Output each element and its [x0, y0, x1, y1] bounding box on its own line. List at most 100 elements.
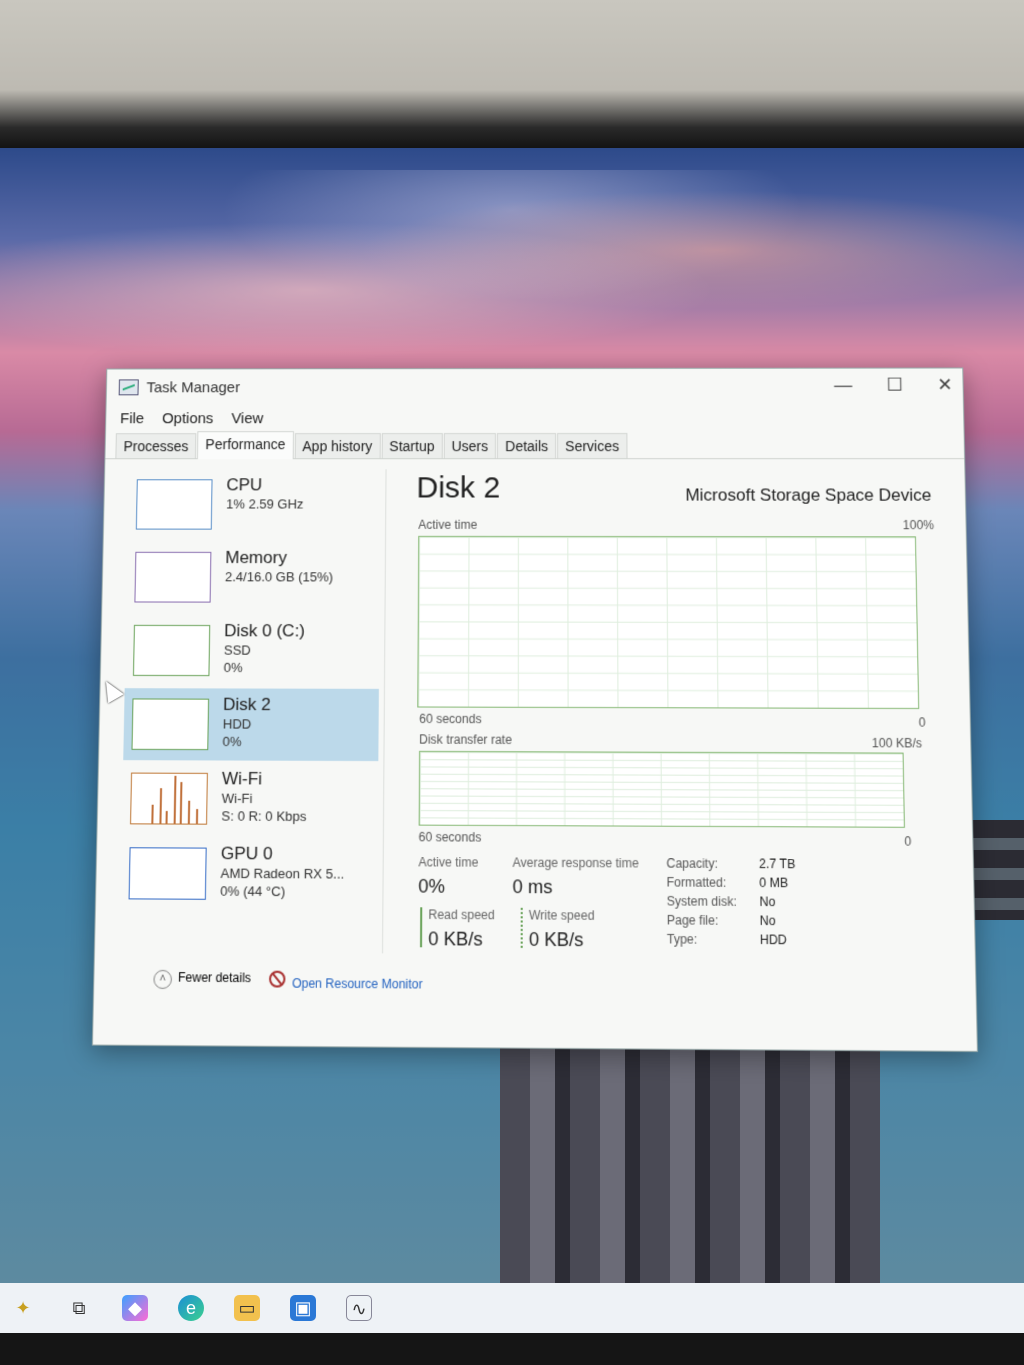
capacity-label: Capacity: — [666, 856, 718, 872]
tab-details[interactable]: Details — [497, 433, 557, 459]
sidebar-item-adapter: Wi-Fi — [221, 790, 253, 807]
store-icon[interactable]: ▣ — [290, 1295, 316, 1321]
write-speed-label: Write speed — [528, 907, 595, 923]
tab-users[interactable]: Users — [443, 433, 497, 459]
system-disk-label: System disk: — [666, 893, 737, 910]
type-value: HDD — [759, 932, 787, 948]
active-time-graph-min: 0 — [918, 715, 926, 730]
transfer-rate-graph — [418, 750, 905, 828]
tab-services[interactable]: Services — [557, 433, 628, 459]
window-controls: — ☐ ✕ — [834, 375, 953, 396]
transfer-rate-graph-min: 0 — [904, 834, 912, 849]
cpu-thumbnail-graph — [135, 479, 213, 530]
active-time-graph-duration: 60 seconds — [419, 711, 482, 727]
sidebar-item-usage: 0% — [223, 659, 243, 676]
performance-panel: CPU 1% 2.59 GHz Memory 2.4/16.0 GB (15%)… — [94, 459, 976, 1010]
gpu-thumbnail-graph — [128, 847, 207, 900]
close-button[interactable]: ✕ — [937, 375, 953, 396]
page-file-label: Page file: — [666, 912, 719, 928]
capacity-value: 2.7 TB — [758, 856, 796, 872]
window-title: Task Manager — [146, 378, 241, 396]
sidebar-item-gpu[interactable]: GPU 0 AMD Radeon RX 5... 0% (44 °C) — [120, 837, 378, 911]
active-time-graph — [417, 535, 920, 710]
fewer-details-label: Fewer details — [177, 970, 252, 986]
minimize-button[interactable]: — — [834, 375, 852, 396]
tab-startup[interactable]: Startup — [381, 433, 443, 459]
type-label: Type: — [666, 931, 698, 947]
formatted-label: Formatted: — [666, 874, 727, 890]
sidebar-item-type: HDD — [222, 716, 252, 732]
active-time-graph-label: Active time — [418, 517, 478, 532]
sidebar-item-name: Memory — [225, 547, 287, 568]
disk0-thumbnail-graph — [132, 624, 211, 677]
sidebar-item-cpu[interactable]: CPU 1% 2.59 GHz — [128, 469, 381, 540]
sidebar-item-detail: 2.4/16.0 GB (15%) — [224, 569, 334, 585]
transfer-rate-graph-label: Disk transfer rate — [419, 732, 513, 748]
memory-thumbnail-graph — [134, 551, 212, 603]
edge-icon[interactable]: e — [178, 1295, 204, 1321]
transfer-rate-graph-duration: 60 seconds — [418, 829, 482, 845]
menu-file[interactable]: File — [120, 410, 144, 427]
taskbar: ✦ ⧉ ◆ e ▭ ▣ ∿ — [0, 1283, 1024, 1333]
page-file-value: No — [759, 913, 776, 929]
footer-bar: ˄ Fewer details Open Resource Monitor — [94, 964, 976, 999]
active-time-stat-value: 0% — [418, 875, 445, 897]
wallpaper-clouds — [0, 170, 1024, 370]
menu-view[interactable]: View — [231, 410, 263, 427]
resource-sidebar: CPU 1% 2.59 GHz Memory 2.4/16.0 GB (15%)… — [113, 469, 387, 954]
sidebar-item-throughput: S: 0 R: 0 Kbps — [221, 808, 307, 825]
disk2-thumbnail-graph — [131, 698, 210, 751]
transfer-rate-graph-max: 100 KB/s — [871, 735, 923, 751]
wall-background — [0, 0, 1024, 150]
sidebar-item-usage: 0% (44 °C) — [220, 883, 286, 900]
active-time-stat-label: Active time — [418, 854, 479, 870]
menu-options[interactable]: Options — [162, 410, 214, 427]
title-bar[interactable]: Task Manager — ☐ ✕ — [107, 368, 963, 405]
write-speed-indicator — [520, 907, 523, 948]
monitor-bezel — [0, 1333, 1024, 1365]
sidebar-item-detail: 1% 2.59 GHz — [226, 496, 304, 512]
formatted-value: 0 MB — [759, 875, 789, 891]
sidebar-item-disk-2[interactable]: Disk 2 HDD 0% — [123, 688, 379, 762]
sidebar-item-name: Wi-Fi — [221, 768, 263, 789]
sidebar-item-disk-0[interactable]: Disk 0 (C:) SSD 0% — [125, 615, 380, 687]
maximize-button[interactable]: ☐ — [886, 375, 903, 396]
avg-response-value: 0 ms — [512, 876, 553, 898]
file-explorer-icon[interactable]: ▭ — [234, 1295, 260, 1321]
active-time-graph-max: 100% — [902, 517, 935, 533]
disk-detail-pane: Disk 2 Microsoft Storage Space Device Ac… — [414, 459, 934, 978]
sidebar-item-name: Disk 0 (C:) — [224, 620, 306, 641]
system-disk-value: No — [759, 894, 776, 910]
task-manager-icon[interactable]: ∿ — [346, 1295, 372, 1321]
tab-performance[interactable]: Performance — [197, 431, 294, 460]
sidebar-item-name: CPU — [226, 475, 263, 495]
chevron-up-icon: ˄ — [153, 969, 173, 989]
sidebar-item-name: GPU 0 — [220, 843, 273, 864]
write-speed-value: 0 KB/s — [528, 928, 584, 951]
read-speed-label: Read speed — [428, 907, 495, 923]
copilot-icon[interactable]: ◆ — [122, 1295, 148, 1321]
task-manager-window: Task Manager — ☐ ✕ File Options View Pro… — [91, 367, 978, 1053]
task-manager-app-icon — [118, 379, 139, 396]
sidebar-item-usage: 0% — [222, 733, 242, 750]
wallpaper-pier — [500, 1018, 880, 1283]
wifi-thumbnail-graph — [130, 772, 208, 825]
tab-processes[interactable]: Processes — [115, 433, 197, 459]
start-button[interactable]: ✦ — [10, 1295, 36, 1321]
detail-title: Disk 2 — [416, 471, 501, 505]
tab-app-history[interactable]: App history — [294, 433, 381, 459]
open-resource-monitor-label: Open Resource Monitor — [291, 975, 423, 992]
open-resource-monitor-link[interactable]: Open Resource Monitor — [269, 970, 423, 992]
menu-bar: File Options View — [106, 405, 964, 432]
sidebar-item-wifi[interactable]: Wi-Fi Wi-Fi S: 0 R: 0 Kbps — [122, 762, 379, 836]
read-speed-indicator — [420, 907, 423, 948]
sidebar-item-model: AMD Radeon RX 5... — [220, 865, 345, 882]
sidebar-item-memory[interactable]: Memory 2.4/16.0 GB (15%) — [126, 542, 380, 613]
tab-strip: Processes Performance App history Startu… — [105, 430, 965, 460]
detail-device-name: Microsoft Storage Space Device — [685, 485, 932, 505]
fewer-details-button[interactable]: ˄ Fewer details — [153, 969, 252, 990]
read-speed-value: 0 KB/s — [428, 928, 483, 950]
avg-response-label: Average response time — [512, 855, 639, 871]
task-view-icon[interactable]: ⧉ — [66, 1295, 92, 1321]
sidebar-item-name: Disk 2 — [222, 694, 271, 715]
